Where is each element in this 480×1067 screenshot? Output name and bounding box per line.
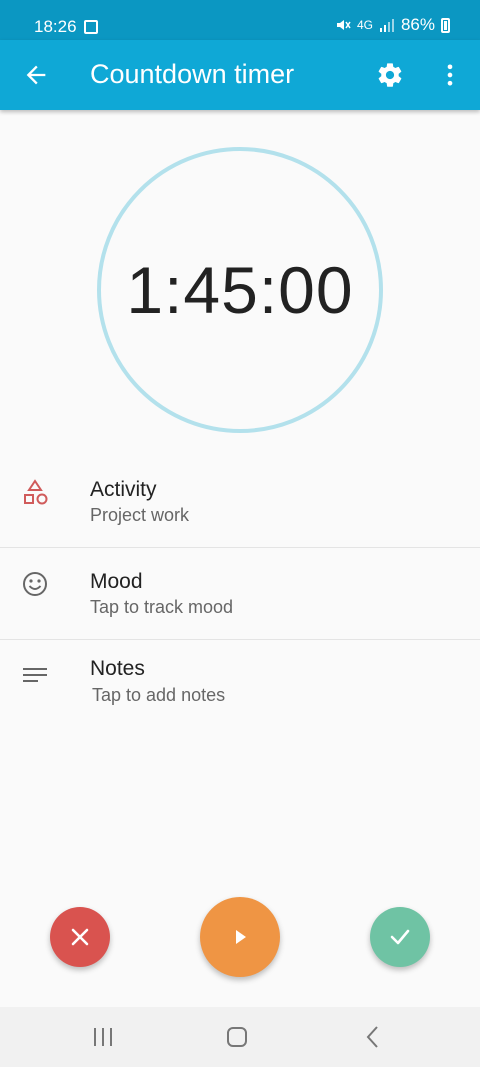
- gallery-notification-icon: [84, 20, 98, 34]
- app-bar: Countdown timer: [0, 40, 480, 110]
- page-title: Countdown timer: [90, 59, 295, 89]
- start-button[interactable]: [200, 897, 280, 977]
- home-icon[interactable]: [224, 1024, 250, 1050]
- gear-icon[interactable]: [376, 61, 404, 89]
- mute-icon: [336, 20, 351, 30]
- status-bar: 18:26 4G 86%: [0, 0, 480, 40]
- battery-icon: [441, 17, 450, 33]
- system-nav-bar: [0, 1007, 480, 1067]
- status-icons: 4G 86%: [335, 15, 450, 35]
- more-vert-icon[interactable]: [436, 61, 464, 89]
- cancel-button[interactable]: [50, 907, 110, 967]
- signal-icon: [379, 19, 394, 32]
- battery-percent: 86%: [400, 15, 435, 34]
- mood-value: Tap to track mood: [90, 597, 234, 617]
- timer-display[interactable]: 1:45:00: [97, 147, 383, 433]
- notes-row[interactable]: Notes Tap to add notes: [0, 640, 480, 725]
- notes-value: Tap to add notes: [92, 685, 226, 705]
- notes-label: Notes: [90, 657, 145, 680]
- status-time: 18:26: [34, 17, 77, 36]
- network-type-label: 4G: [356, 18, 373, 32]
- mood-label: Mood: [90, 570, 143, 593]
- activity-label: Activity: [90, 478, 157, 501]
- smiley-icon: [23, 572, 47, 596]
- check-icon: [390, 929, 410, 945]
- activity-row[interactable]: Activity Project work: [0, 460, 480, 547]
- notes-icon: [23, 668, 47, 682]
- back-arrow-icon[interactable]: [22, 61, 50, 89]
- recent-apps-icon[interactable]: [90, 1024, 116, 1050]
- play-icon: [236, 930, 246, 944]
- shapes-icon: [24, 479, 48, 505]
- activity-value: Project work: [90, 505, 190, 525]
- close-icon: [71, 928, 89, 946]
- finish-button[interactable]: [370, 907, 430, 967]
- back-nav-icon[interactable]: [360, 1024, 386, 1050]
- mood-row[interactable]: Mood Tap to track mood: [0, 548, 480, 639]
